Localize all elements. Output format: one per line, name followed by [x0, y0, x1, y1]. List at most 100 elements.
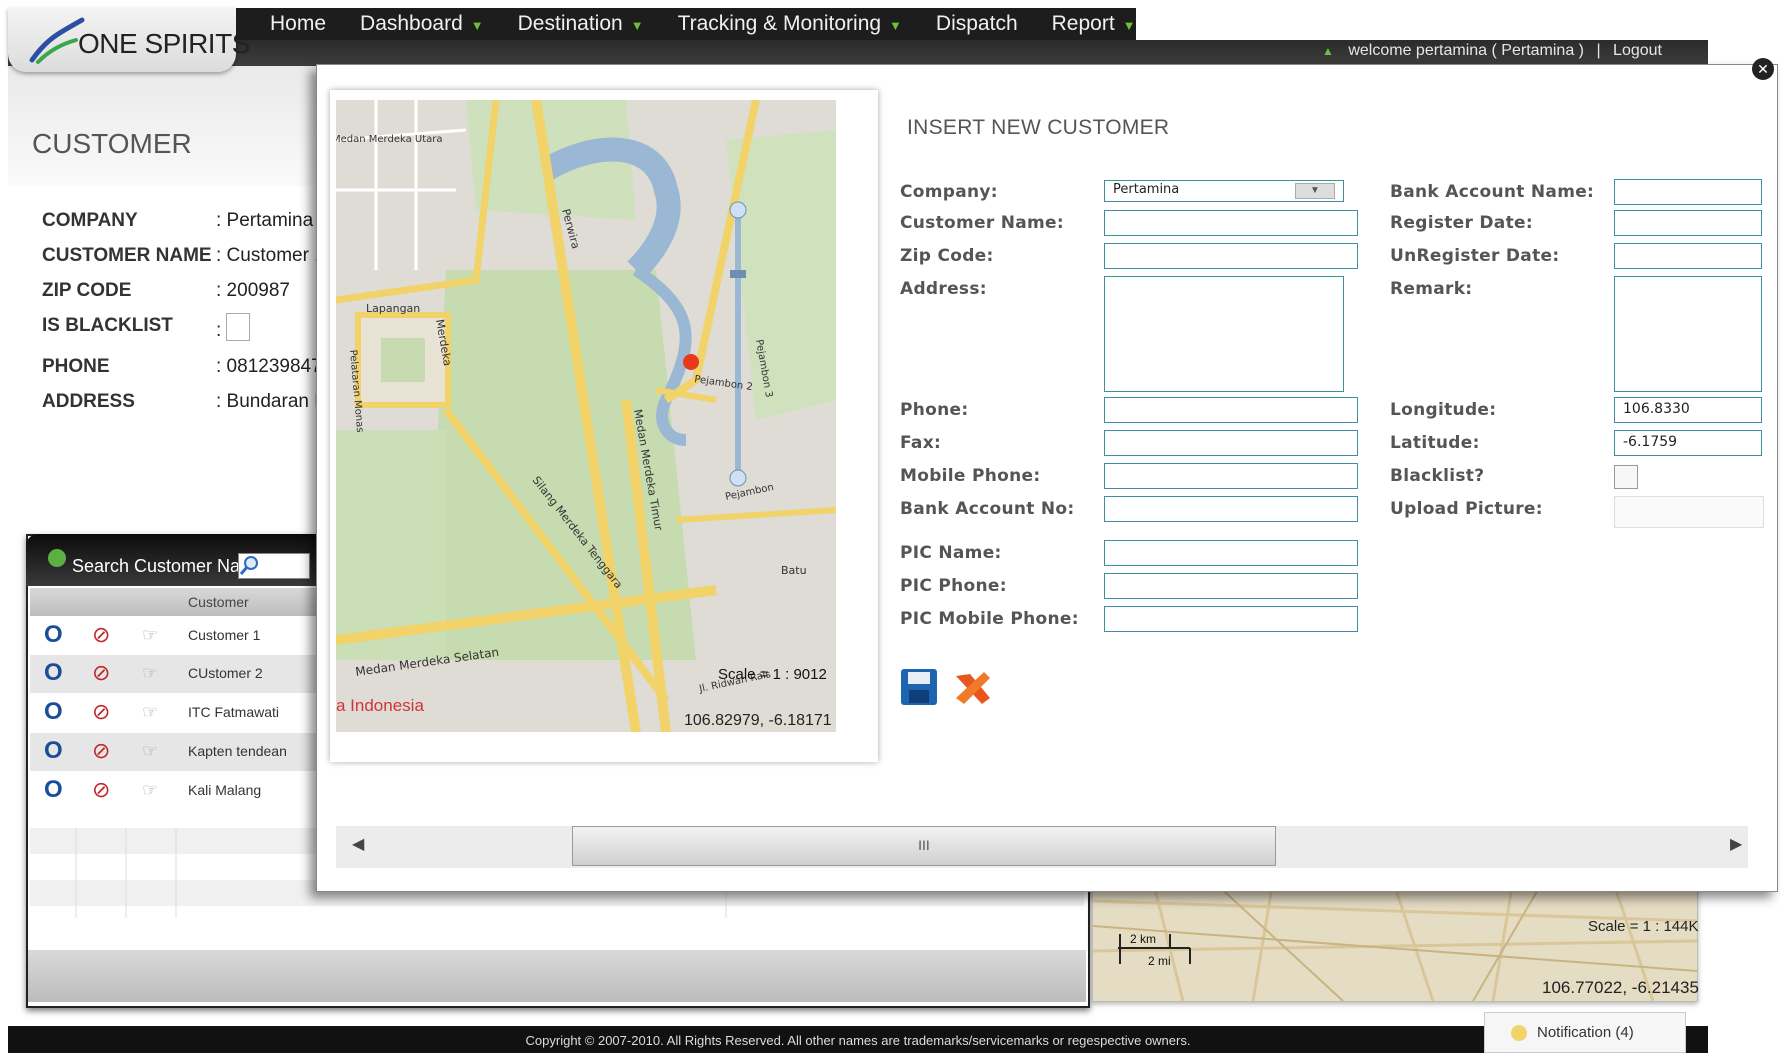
detail-value-phone: : 0812398478	[216, 356, 333, 377]
nav-destination[interactable]: Destination ▼	[518, 12, 644, 36]
main-nav: Home Dashboard ▼ Destination ▼ Tracking & …	[236, 8, 1136, 40]
unregister-date-input[interactable]	[1614, 243, 1762, 269]
customer-name-input[interactable]	[1104, 210, 1358, 236]
nav-dashboard[interactable]: Dashboard ▼	[360, 12, 484, 36]
delete-icon[interactable]: ⊘	[92, 777, 110, 803]
detail-value-company: : Pertamina	[216, 210, 314, 231]
pic-phone-input[interactable]	[1104, 573, 1358, 599]
fax-input[interactable]	[1104, 430, 1358, 456]
scroll-left-icon[interactable]: ◀	[352, 834, 364, 854]
search-input[interactable]	[238, 553, 310, 579]
table-row[interactable]: O ⊘ ☞ CUstomer 2	[30, 655, 320, 693]
search-icon	[239, 556, 258, 575]
location-map[interactable]: Medan Merdeka Utara Lapangan Merdeka Per…	[336, 100, 836, 732]
blacklist-checkbox-readonly	[226, 313, 250, 341]
close-icon[interactable]: ✕	[1752, 58, 1774, 80]
nav-dispatch[interactable]: Dispatch	[936, 12, 1018, 36]
detail-label-customer-name: CUSTOMER NAME	[42, 245, 212, 266]
longitude-input[interactable]: 106.8330	[1614, 397, 1762, 423]
mobile-phone-input[interactable]	[1104, 463, 1358, 489]
label-phone: Phone:	[900, 400, 969, 420]
map-scale: Scale = 1 : 9012	[718, 666, 827, 683]
refresh-icon[interactable]	[48, 549, 66, 567]
customer-name-cell: Customer 1	[188, 627, 261, 643]
label-blacklist: Blacklist?	[1390, 466, 1485, 486]
open-icon[interactable]: O	[44, 776, 63, 804]
street-label: Lapangan	[366, 302, 420, 315]
map-country-label: a Indonesia	[336, 696, 424, 715]
scale-mi-label: 2 mi	[1148, 954, 1171, 968]
hand-icon[interactable]: ☞	[142, 702, 158, 723]
customer-name-cell: Kapten tendean	[188, 743, 287, 759]
label-longitude: Longitude:	[1390, 400, 1497, 420]
nav-dashboard-label: Dashboard	[360, 12, 463, 35]
logout-link[interactable]: Logout	[1613, 42, 1662, 59]
customer-name-cell: CUstomer 2	[188, 665, 263, 681]
label-zip-code: Zip Code:	[900, 246, 994, 266]
background-map-coords: 106.77022, -6.21435	[1542, 978, 1699, 997]
delete-icon[interactable]: ⊘	[92, 699, 110, 725]
blacklist-checkbox[interactable]	[1614, 465, 1638, 489]
copyright-text: Copyright © 2007-2010. All Rights Reserv…	[525, 1033, 1191, 1048]
label-pic-phone: PIC Phone:	[900, 576, 1007, 596]
register-date-input[interactable]	[1614, 210, 1762, 236]
hand-icon[interactable]: ☞	[142, 741, 158, 762]
detail-value-blacklist: :	[216, 320, 222, 341]
column-customer[interactable]: Customer	[188, 594, 249, 610]
chevron-down-icon: ▼	[889, 18, 902, 33]
nav-tracking-label: Tracking & Monitoring	[677, 12, 882, 35]
zip-code-input[interactable]	[1104, 243, 1358, 269]
address-textarea[interactable]	[1104, 276, 1344, 392]
hand-icon[interactable]: ☞	[142, 780, 158, 801]
save-icon[interactable]	[900, 668, 938, 706]
welcome-bar: ▲ welcome pertamina ( Pertamina ) | Logo…	[1322, 42, 1662, 60]
label-customer-name: Customer Name:	[900, 213, 1064, 233]
delete-icon[interactable]: ⊘	[92, 660, 110, 686]
remark-textarea[interactable]	[1614, 276, 1762, 392]
detail-label-phone: PHONE	[42, 356, 110, 377]
hand-icon[interactable]: ☞	[142, 663, 158, 684]
hand-icon[interactable]: ☞	[142, 625, 158, 646]
open-icon[interactable]: O	[44, 698, 63, 726]
detail-value-address: : Bundaran PI	[216, 391, 333, 412]
brand-name: ONE SPIRITS	[78, 28, 250, 59]
bank-account-no-input[interactable]	[1104, 496, 1358, 522]
customer-name-cell: Kali Malang	[188, 782, 262, 798]
detail-label-zip-code: ZIP CODE	[42, 280, 132, 301]
open-icon[interactable]: O	[44, 737, 63, 765]
label-bank-account-name: Bank Account Name:	[1390, 182, 1595, 202]
company-select[interactable]: Pertamina ▼	[1104, 180, 1344, 202]
nav-report[interactable]: Report ▼	[1052, 12, 1136, 36]
table-row[interactable]: O ⊘ ☞ ITC Fatmawati	[30, 694, 320, 732]
chevron-down-icon: ▼	[630, 18, 644, 33]
label-pic-mobile-phone: PIC Mobile Phone:	[900, 609, 1079, 629]
latitude-input[interactable]: -6.1759	[1614, 430, 1762, 456]
delete-icon[interactable]: ⊘	[92, 738, 110, 764]
table-row[interactable]: O ⊘ ☞ Kali Malang	[30, 772, 320, 810]
scrollbar-thumb[interactable]: III	[572, 826, 1276, 866]
pic-mobile-phone-input[interactable]	[1104, 606, 1358, 632]
bank-account-name-input[interactable]	[1614, 179, 1762, 205]
chevron-down-icon: ▼	[470, 18, 484, 33]
open-icon[interactable]: O	[44, 621, 63, 649]
nav-home[interactable]: Home	[270, 12, 326, 36]
table-row[interactable]: O ⊘ ☞ Kapten tendean	[30, 733, 320, 771]
detail-label-company: COMPANY	[42, 210, 138, 231]
welcome-text: welcome pertamina ( Pertamina )	[1348, 42, 1584, 59]
nav-tracking[interactable]: Tracking & Monitoring ▼	[678, 12, 902, 36]
label-bank-account-no: Bank Account No:	[900, 499, 1075, 519]
pic-name-input[interactable]	[1104, 540, 1358, 566]
phone-input[interactable]	[1104, 397, 1358, 423]
delete-icon[interactable]: ⊘	[92, 622, 110, 648]
separator: |	[1596, 42, 1601, 59]
cancel-icon[interactable]	[952, 668, 994, 708]
form-title: INSERT NEW CUSTOMER	[907, 116, 1170, 139]
label-latitude: Latitude:	[1390, 433, 1480, 453]
chevron-down-icon[interactable]: ▼	[1295, 183, 1335, 199]
map-coordinates: 106.82979, -6.18171	[684, 712, 832, 729]
notification-button[interactable]: Notification (4)	[1484, 1012, 1686, 1053]
upload-picture-input[interactable]	[1614, 496, 1764, 528]
table-row[interactable]: O ⊘ ☞ Customer 1	[30, 617, 320, 655]
scroll-right-icon[interactable]: ▶	[1730, 834, 1742, 854]
open-icon[interactable]: O	[44, 659, 63, 687]
